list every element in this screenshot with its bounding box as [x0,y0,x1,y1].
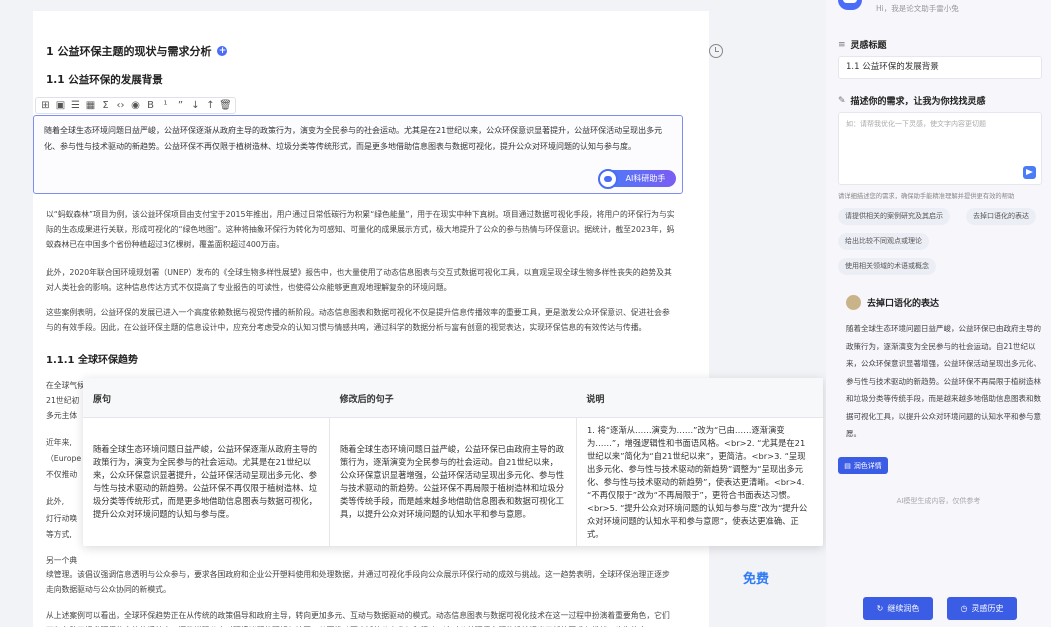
paragraph-fragment: 不仅推动 [46,470,78,479]
format-toolbar: ⊞ ▣ ☰ ▦ Σ ‹› ◉ B ¹ ” ↓ ↑ 🗑 [35,97,236,114]
bold-icon[interactable]: B [144,99,157,112]
paragraph-fragment: 近年来, [46,438,72,447]
ai-research-assistant-button[interactable]: AI科研助手 [598,168,676,189]
suggestion-chip[interactable]: 去掉口语化的表达 [966,208,1036,225]
code-icon[interactable]: ‹› [114,99,127,112]
add-icon[interactable]: + [217,46,228,56]
insert-block-icon[interactable]: ⊞ [39,99,52,112]
original-sentence-cell: 随着全球生态环境问题日益严峻，公益环保逐渐从政府主导的政策行为，演变为全民参与的… [83,418,330,546]
formula-icon[interactable]: Σ [99,99,112,112]
document-icon: ▤ [844,461,851,470]
active-paragraph-editor[interactable]: 随着全球生态环境问题日益严峻，公益环保逐渐从政府主导的政策行为，演变为全民参与的… [33,115,683,194]
move-down-icon[interactable]: ↓ [189,99,202,112]
move-up-icon[interactable]: ↑ [204,99,217,112]
editor-text[interactable]: 随着全球生态环境问题日益严峻，公益环保逐渐从政府主导的政策行为，演变为全民参与的… [44,123,672,155]
inspiration-title-input[interactable]: 1.1 公益环保的发展背景 [838,56,1042,79]
heading-3: 1.1.1 全球环保趋势 [46,355,138,366]
comparison-header-row: 原句 修改后的句子 说明 [83,378,823,418]
assistant-greeting: Hi，我是论文助手雷小兔 [876,4,959,13]
refresh-icon: ↻ [876,604,884,613]
heading-1: 1 公益环保主题的现状与需求分析 + [46,43,228,59]
paragraph-fragment: 等方式, [46,530,72,539]
list-icon[interactable]: ☰ [69,99,82,112]
send-icon[interactable] [1023,166,1036,179]
describe-label: 描述你的需求，让我为你找找灵感 [850,97,986,107]
explanation-text: 1. 将“逐渐从……演变为……”改为“已由……逐渐演变为……”，增强逻辑性和书面… [587,425,808,539]
heading-2: 1.1 公益环保的发展背景 [46,74,163,86]
suggestion-chip[interactable]: 给出比较不同观点或理论 [838,233,929,250]
quote-icon[interactable]: ” [174,99,187,112]
ai-button-label: AI科研助手 [625,174,666,183]
ai-disclaimer: AI模型生成内容，仅供参考 [896,497,981,505]
assistant-logo-icon [598,168,618,189]
explanation-cell: 1. 将“逐渐从……演变为……”改为“已由……逐渐演变为……”，增强逻辑性和书面… [577,418,823,546]
header-explanation: 说明 [586,395,605,405]
image-icon[interactable]: ▣ [54,99,67,112]
polish-detail-label: 润色详情 [853,461,882,470]
assistant-avatar-icon [846,295,861,310]
suggestion-title: 去掉口语化的表达 [867,299,940,309]
edit-icon: ✎ [838,95,846,106]
paragraph-fragment: 21世纪初 [46,396,80,405]
paragraph-fragment: 多元主体 [46,411,78,420]
request-textarea[interactable] [846,119,1034,167]
inspiration-title-section: ≡ 灵感标题 [838,38,887,52]
inspiration-title-label: 灵感标题 [850,41,887,51]
paragraph-fragment: 在全球气候变化 [46,381,86,390]
suggestion-chip[interactable]: 请提供相关的案例研究及其启示 [838,208,950,225]
suggestion-result-header: 去掉口语化的表达 [846,295,939,310]
table-icon[interactable]: ▦ [84,99,97,112]
delete-icon[interactable]: 🗑 [219,99,232,112]
paragraph-fragment: 此外, [46,497,65,506]
paragraph: 此外，2020年联合国环境规划署（UNEP）发布的《全球生物多样性展望》报告中，… [46,268,672,292]
history-icon: ◷ [960,604,968,613]
inspiration-history-button[interactable]: ◷ 灵感历史 [947,597,1017,620]
paragraph-fragment: （Europe [46,454,82,463]
header-original: 原句 [93,395,112,405]
paragraph: 以“蚂蚁森林”项目为例，该公益环保项目由支付宝于2015年推出，用户通过日常低碳… [46,210,675,249]
assistant-avatar-icon [838,0,862,10]
request-input-box [838,112,1042,185]
revised-sentence-cell: 随着全球生态环境问题日益严峻，公益环保已由政府主导的政策行为，逐渐演变为全民参与… [330,418,577,546]
comparison-table: 原句 修改后的句子 说明 随着全球生态环境问题日益严峻，公益环保逐渐从政府主导的… [83,378,823,546]
location-icon[interactable]: ◉ [129,99,142,112]
paragraph-fragment: 灯行动唤 [46,514,78,523]
inspiration-history-label: 灵感历史 [971,604,1004,613]
menu-icon: ≡ [838,39,846,50]
revised-sentence: 随着全球生态环境问题日益严峻，公益环保已由政府主导的政策行为，逐渐演变为全民参与… [340,444,565,519]
original-sentence: 随着全球生态环境问题日益严峻，公益环保逐渐从政府主导的政策行为，演变为全民参与的… [93,444,318,519]
paragraph: 这些案例表明，公益环保的发展已进入一个高度依赖数据与视觉传播的新阶段。动态信息图… [46,308,670,332]
describe-section: ✎ 描述你的需求，让我为你找找灵感 [838,94,986,108]
paragraph: 从上述案例可以看出，全球环保趋势正在从传统的政策倡导和政府主导，转向更加多元、互… [46,611,670,627]
free-label: 免费 [743,572,770,587]
heading-1-text: 1 公益环保主题的现状与需求分析 [46,45,212,58]
suggestion-chip[interactable]: 使用相关领域的术语或概念 [838,258,936,275]
suggestion-result-text: 随着全球生态环境问题日益严峻，公益环保已由政府主导的政策行为，逐渐演变为全民参与… [846,324,1041,438]
footnote-icon[interactable]: ¹ [159,99,172,112]
paragraph-fragment: 另一个典 [46,556,78,565]
assistant-panel: Hi，我是论文助手雷小兔 ≡ 灵感标题 1.1 公益环保的发展背景 ✎ 描述你的… [826,0,1051,627]
polish-detail-button[interactable]: ▤ 润色详情 [838,457,888,474]
continue-polish-label: 继续润色 [887,604,920,613]
header-revised: 修改后的句子 [339,395,394,405]
paragraph: 续管理。该倡议强调信息透明与公众参与，要求各国政府和企业公开塑料使用和处理数据，… [46,570,670,594]
request-hint: 请详细描述您的需求，确保助手能精准理解并提供更有效的帮助 [838,193,1015,200]
comparison-body-row: 随着全球生态环境问题日益严峻，公益环保逐渐从政府主导的政策行为，演变为全民参与的… [83,418,823,546]
history-icon[interactable] [709,44,723,58]
continue-polish-button[interactable]: ↻ 继续润色 [863,597,933,620]
